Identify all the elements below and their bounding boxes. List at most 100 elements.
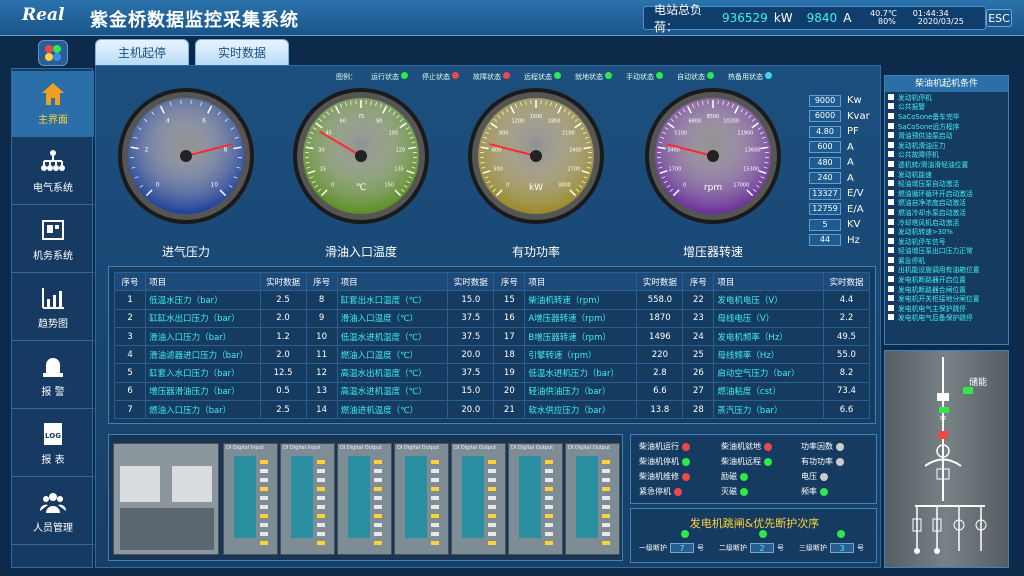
condition-checkbox[interactable] <box>888 218 894 225</box>
status-indicator: 柴油机远程 <box>721 456 772 467</box>
plc-led <box>317 460 325 464</box>
condition-checkbox[interactable] <box>888 199 894 206</box>
row-value: 49.5 <box>822 326 871 347</box>
condition-checkbox[interactable] <box>888 93 894 100</box>
condition-checkbox[interactable] <box>888 247 894 254</box>
condition-item: 发电机开关柜接地分闸位置 <box>885 293 1008 303</box>
condition-item: SaCoSone远方程序 <box>885 121 1008 130</box>
row-value: 2.5 <box>259 290 307 310</box>
table-header: 实时数据 <box>447 271 495 292</box>
table-header: 序号 <box>113 271 147 292</box>
condition-checkbox[interactable] <box>888 295 894 302</box>
legend-label: 就地状态 <box>575 73 603 81</box>
tab-engine-start-stop[interactable]: 主机起停 <box>95 39 189 65</box>
plc-led <box>260 505 268 509</box>
sidebar-item-label: 机务系统 <box>33 251 73 262</box>
gauge-tick-label: 15300 <box>743 166 759 172</box>
table-header: 实时数据 <box>259 271 307 292</box>
condition-checkbox[interactable] <box>888 112 894 119</box>
sidebar-item-5[interactable]: 报 警 <box>12 343 94 409</box>
trip-priority-panel: 发电机跳闸&优先断护次序 一级断护 7 号二级断护 2 号三级断护 3 号 <box>630 508 877 563</box>
plc-led <box>602 487 610 491</box>
condition-checkbox[interactable] <box>888 141 894 148</box>
status-indicator: 柴油机维修 <box>639 471 690 482</box>
sidebar-item-label: 电气系统 <box>33 183 73 194</box>
condition-checkbox[interactable] <box>888 256 894 263</box>
plc-led <box>431 532 439 536</box>
tab-realtime-data[interactable]: 实时数据 <box>195 39 289 65</box>
row-index: 5 <box>113 363 147 383</box>
plc-led <box>488 541 496 545</box>
plc-led <box>602 505 610 509</box>
condition-label: 公共报警 <box>898 103 926 112</box>
status-indicator: 电压 <box>801 471 828 482</box>
condition-checkbox[interactable] <box>888 314 894 321</box>
legend-dot-icon <box>401 72 408 79</box>
condition-checkbox[interactable] <box>888 132 894 139</box>
switchgear-diagram: * 储能 <box>884 350 1009 568</box>
gauge-tick-label: 3400 <box>667 148 680 154</box>
plc-led <box>602 514 610 518</box>
condition-checkbox[interactable] <box>888 228 894 235</box>
condition-checkbox[interactable] <box>888 122 894 129</box>
row-value: 2.0 <box>259 345 307 365</box>
sidebar-item-3[interactable]: 机务系统 <box>12 207 94 273</box>
condition-checkbox[interactable] <box>888 160 894 167</box>
gauge-3: 0 300 600 9001200 1500 18002100 2400 2700 3000 kW <box>468 88 604 224</box>
condition-checkbox[interactable] <box>888 276 894 283</box>
condition-checkbox[interactable] <box>888 151 894 158</box>
row-index: 19 <box>493 363 526 383</box>
row-item: 柴油机转速（rpm） <box>524 290 638 310</box>
sidebar-item-6[interactable]: LOG 报 表 <box>12 411 94 477</box>
gauge-tick-label: 60 <box>340 118 346 124</box>
table-row: 3 滑油入口压力（bar） 1.2 10 低温水进机温度（℃） 37.5 17 B增压器转速（… <box>113 326 871 347</box>
gauge-tick-label: 2 <box>145 147 149 154</box>
condition-checkbox[interactable] <box>888 103 894 110</box>
row-item: 滑油入口温度（℃） <box>336 308 449 328</box>
plc-led <box>317 532 325 536</box>
plc-led <box>374 541 382 545</box>
plc-module-tag: DI Digital Output <box>568 445 611 451</box>
gauge-label: 有功功率 <box>511 245 560 259</box>
row-value: 55.0 <box>822 345 871 365</box>
condition-checkbox[interactable] <box>888 180 894 187</box>
esc-button[interactable]: ESC <box>986 9 1012 27</box>
condition-item: 发动机停车信号 <box>885 236 1008 246</box>
plc-led <box>488 523 496 527</box>
trip-number-field[interactable]: 2 <box>750 543 774 553</box>
sidebar-item-2[interactable]: 电气系统 <box>12 139 94 205</box>
row-value: 220 <box>636 345 684 365</box>
row-value: 37.5 <box>447 308 495 328</box>
reading-value: 240 <box>809 172 841 185</box>
trip-number-field[interactable]: 3 <box>830 543 854 553</box>
trip-number-field[interactable]: 7 <box>670 543 694 553</box>
sidebar-item-1[interactable]: 主界面 <box>12 71 94 137</box>
plc-led <box>260 532 268 536</box>
condition-checkbox[interactable] <box>888 237 894 244</box>
legend-item: 就地状态 <box>575 72 612 82</box>
condition-checkbox[interactable] <box>888 304 894 311</box>
gauge-tick-label: 4 <box>166 117 170 124</box>
status-label: 柴油机远程 <box>721 457 761 466</box>
gauge-unit: ℃ <box>356 183 366 193</box>
condition-checkbox[interactable] <box>888 189 894 196</box>
sidebar-item-7[interactable]: 人员管理 <box>12 479 94 545</box>
unit-a: A <box>843 11 852 25</box>
gauge-hub <box>530 150 542 162</box>
row-index: 3 <box>113 326 147 347</box>
sidebar-item-4[interactable]: 趋势图 <box>12 275 94 341</box>
app-menu-button[interactable] <box>38 40 68 66</box>
svg-text:*: * <box>940 413 947 429</box>
condition-checkbox[interactable] <box>888 285 894 292</box>
condition-checkbox[interactable] <box>888 208 894 215</box>
plc-led <box>431 487 439 491</box>
plc-led <box>260 478 268 482</box>
legend-item: 自动状态 <box>677 72 714 82</box>
plc-io-module: DI Digital Output <box>394 443 449 555</box>
condition-checkbox[interactable] <box>888 266 894 273</box>
row-item: B增压器转速（rpm） <box>524 326 638 347</box>
condition-checkbox[interactable] <box>888 170 894 177</box>
plc-io-module: DI Digital Output <box>451 443 506 555</box>
condition-item: 滑油预供油泵启动 <box>885 130 1008 140</box>
reading-unit: E/A <box>847 203 864 215</box>
